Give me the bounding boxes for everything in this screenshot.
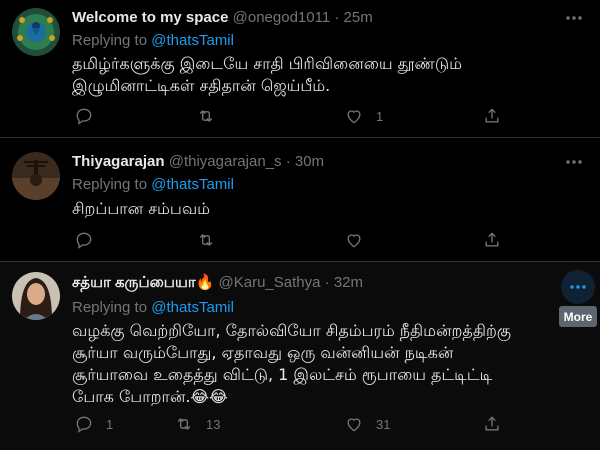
display-name[interactable]: Thiyagarajan <box>72 153 165 170</box>
avatar[interactable] <box>12 152 60 200</box>
share-icon <box>485 108 499 123</box>
tweet-text: சிறப்பான சம்பவம் <box>72 198 582 220</box>
like-count: 1 <box>376 108 384 124</box>
more-icon[interactable] <box>564 8 584 28</box>
retweet-count: 13 <box>206 416 221 432</box>
replying-prefix: Replying to <box>72 176 148 193</box>
tweet-text-line: சூர்யாவை உதைத்து விட்டு, 1 இலட்சம் ரூபாய… <box>72 365 493 384</box>
tweet-text-line: சிறப்பான சம்பவம் <box>72 199 211 218</box>
reply-icon <box>76 108 92 125</box>
mention-link[interactable]: @thatsTamil <box>151 176 234 193</box>
tweet[interactable]: சத்யா கருப்பையா🔥 @Karu_Sathya · 32m More… <box>0 262 600 450</box>
retweet-button[interactable] <box>196 228 228 252</box>
separator: · <box>285 153 291 170</box>
tweet[interactable]: Thiyagarajan @thiyagarajan_s · 30m Reply… <box>0 138 600 262</box>
avatar[interactable] <box>12 272 60 320</box>
tweet[interactable]: Welcome to my space @onegod1011 · 25m Re… <box>0 0 600 138</box>
tweet-actions <box>66 228 516 252</box>
like-icon <box>347 110 361 124</box>
display-name[interactable]: சத்யா கருப்பையா <box>72 274 196 291</box>
reply-icon <box>76 416 92 433</box>
replying-to: Replying to @thatsTamil <box>72 299 234 316</box>
tweet-actions: 1 13 31 <box>66 412 516 436</box>
replying-prefix: Replying to <box>72 32 148 49</box>
timestamp[interactable]: 30m <box>295 153 324 170</box>
like-count: 31 <box>376 416 391 432</box>
handle[interactable]: @onegod1011 <box>233 9 331 26</box>
separator: · <box>324 274 330 291</box>
more-icon <box>570 285 586 289</box>
replying-prefix: Replying to <box>72 299 148 316</box>
retweet-icon <box>177 418 191 430</box>
share-button[interactable] <box>482 412 502 436</box>
separator: · <box>334 9 340 26</box>
mention-link[interactable]: @thatsTamil <box>151 299 234 316</box>
tweet-header: சத்யா கருப்பையா🔥 @Karu_Sathya · 32m <box>72 274 363 292</box>
tweet-header: Welcome to my space @onegod1011 · 25m <box>72 9 373 27</box>
tweet-text: தமிழ்ர்களுக்கு இடையே சாதி பிரிவினையை தூண… <box>72 53 582 97</box>
tweet-text: வழக்கு வெற்றியோ, தோல்வியோ சிதம்பரம் நீதி… <box>72 320 582 408</box>
tweet-text-line: தமிழ்ர்களுக்கு இடையே சாதி பிரிவினையை தூண… <box>72 54 463 73</box>
share-button[interactable] <box>482 104 502 128</box>
replying-to: Replying to @thatsTamil <box>72 32 234 49</box>
reply-count: 1 <box>106 416 114 432</box>
more-icon[interactable] <box>564 152 584 172</box>
share-icon <box>485 232 499 247</box>
timestamp[interactable]: 25m <box>344 9 373 26</box>
like-icon <box>347 418 361 432</box>
tweet-text-line: இழுமினாட்டிகள் சதிதான் ஜெய்பீம். <box>72 76 331 95</box>
reply-button[interactable] <box>74 228 106 252</box>
avatar[interactable] <box>12 8 60 56</box>
share-button[interactable] <box>482 228 502 252</box>
display-name[interactable]: Welcome to my space <box>72 9 228 26</box>
replying-to: Replying to @thatsTamil <box>72 176 234 193</box>
like-icon <box>347 234 361 248</box>
share-icon <box>485 416 499 431</box>
tweet-actions: 1 <box>66 104 516 128</box>
tweet-header: Thiyagarajan @thiyagarajan_s · 30m <box>72 153 324 171</box>
reply-icon <box>76 232 92 249</box>
reply-button[interactable] <box>74 104 106 128</box>
retweet-button[interactable] <box>196 104 228 128</box>
tweet-text-line: சூர்யா வரும்போது, ஏதாவது ஒரு வன்னியன் நட… <box>72 343 454 362</box>
handle[interactable]: @thiyagarajan_s <box>169 153 282 170</box>
like-button[interactable]: 1 <box>344 104 383 128</box>
retweet-icon <box>199 110 213 122</box>
like-button[interactable]: 31 <box>344 412 390 436</box>
mention-link[interactable]: @thatsTamil <box>151 32 234 49</box>
retweet-button[interactable]: 13 <box>174 412 220 436</box>
timestamp[interactable]: 32m <box>334 274 363 291</box>
reply-button[interactable]: 1 <box>74 412 113 436</box>
tweet-text-line: வழக்கு வெற்றியோ, தோல்வியோ சிதம்பரம் நீதி… <box>72 321 511 340</box>
retweet-icon <box>199 234 213 246</box>
handle[interactable]: @Karu_Sathya <box>219 274 321 291</box>
tweet-text-line: போக போறான்.😂😂 <box>72 387 228 406</box>
fire-emoji: 🔥 <box>195 274 215 291</box>
like-button[interactable] <box>344 228 376 252</box>
more-button-hover[interactable] <box>561 270 595 304</box>
